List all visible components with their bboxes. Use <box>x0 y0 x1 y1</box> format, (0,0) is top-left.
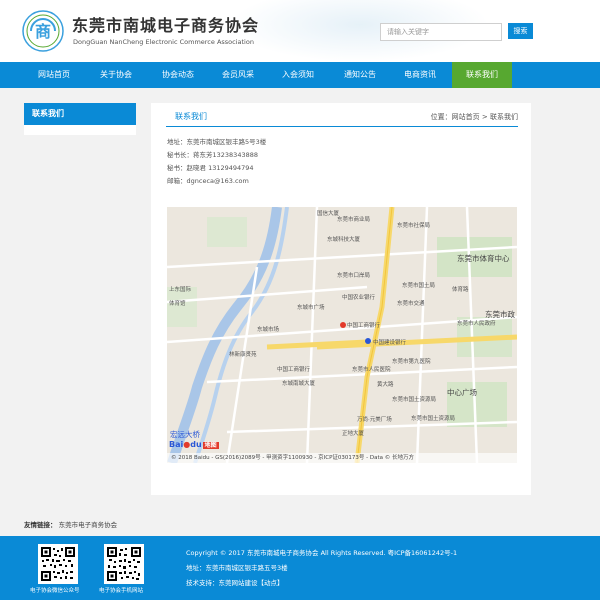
map-label: 东城科技大厦 <box>327 237 361 243</box>
nav-item-contact[interactable]: 联系我们 <box>452 62 512 88</box>
map-label: 中国工商银行 <box>347 323 381 329</box>
baidu-map[interactable]: 国信大厦 东莞市商业局 东莞市社保局 东城科技大厦 东莞市体育中心 东莞市口岸局… <box>167 207 517 463</box>
friend-links-label: 友情链接： <box>24 521 57 529</box>
contact-secretary: 秘书：赵晓君 13129494794 <box>167 164 254 172</box>
content-header: 联系我们 位置：网站首页 > 联系我们 <box>166 109 518 127</box>
map-label: 东莞市体育中心 <box>457 254 510 263</box>
association-logo-icon[interactable]: 商 <box>22 10 64 52</box>
main-nav: 网站首页 关于协会 协会动态 会员风采 入会须知 通知公告 电商资讯 联系我们 <box>0 62 600 88</box>
nav-item-join[interactable]: 入会须知 <box>268 62 328 88</box>
map-label: 东莞市商业局 <box>337 217 371 223</box>
map-label: 国信大厦 <box>317 211 340 217</box>
mobile-site-qr-code <box>104 544 144 584</box>
map-label: 林新康贤苑 <box>229 352 257 358</box>
qr-code-icon <box>40 546 76 582</box>
nav-item-news[interactable]: 协会动态 <box>148 62 208 88</box>
nav-item-home[interactable]: 网站首页 <box>26 62 82 88</box>
contact-secretary-general: 秘书长：蒋东芳13238343888 <box>167 151 258 159</box>
map-label: 东莞市交通 <box>397 301 425 307</box>
map-label: 宏远大桥 <box>170 430 200 439</box>
contact-email: 邮箱：dgnceca@163.com <box>167 177 249 185</box>
map-label: 中国农业银行 <box>342 295 376 301</box>
map-label: 上东国际 <box>169 287 192 293</box>
map-label: 东城市场 <box>257 327 280 333</box>
footer-tech-support[interactable]: 技术支持：东莞网站建设【动点】 <box>186 577 284 587</box>
map-label: 中国建设银行 <box>373 340 407 346</box>
friend-link-item[interactable]: 东莞市电子商务协会 <box>59 521 118 529</box>
map-label: 中心广场 <box>447 388 477 397</box>
site-subtitle: DongGuan NanCheng Electronic Commerce As… <box>73 38 254 46</box>
sidebar-title[interactable]: 联系我们 <box>24 103 136 125</box>
baidu-logo-text: Bai <box>169 440 184 449</box>
map-label: 东莞市社保局 <box>397 223 431 229</box>
map-label: 东莞市人民医院 <box>352 367 391 373</box>
map-label: 体育路 <box>452 287 469 293</box>
map-label: 正地大厦 <box>342 431 365 437</box>
map-label: 黄大路 <box>377 382 394 388</box>
map-label: 万尚·元美厂场 <box>357 417 392 423</box>
nav-item-about[interactable]: 关于协会 <box>87 62 145 88</box>
map-label: 东莞市国土资源局 <box>392 397 437 403</box>
baidu-logo-text2: du <box>190 440 202 449</box>
wechat-qr-code <box>38 544 78 584</box>
sidebar: 联系我们 <box>24 103 136 135</box>
baidu-logo[interactable]: Bai●du 地图 <box>169 440 219 449</box>
site-title: 东莞市南城电子商务协会 <box>72 16 260 35</box>
baidu-map-word: 地图 <box>202 442 219 449</box>
qr-code-icon <box>106 546 142 582</box>
page-title: 联系我们 <box>175 112 207 121</box>
nav-item-members[interactable]: 会员风采 <box>208 62 268 88</box>
map-label: 东城南城大厦 <box>282 381 316 387</box>
footer-copyright: Copyright © 2017 东莞市南城电子商务协会 All Rights … <box>186 549 458 557</box>
wechat-qr-caption: 电子协会微信公众号 <box>30 588 80 594</box>
nav-item-notices[interactable]: 通知公告 <box>330 62 390 88</box>
site-footer: 电子协会微信公众号 电子协会手机网站 Copyright © 2017 东莞市南… <box>0 536 600 600</box>
content-panel: 联系我们 位置：网站首页 > 联系我们 地址：东莞市南城区银丰路5号3楼 秘书长… <box>151 103 531 495</box>
map-label: 东莞市人民政府 <box>457 321 496 327</box>
breadcrumb[interactable]: 位置：网站首页 > 联系我们 <box>431 112 518 122</box>
map-label: 东莞市国土局 <box>402 283 436 289</box>
map-copyright: © 2018 Baidu - GS(2016)2089号 - 甲测资字11009… <box>167 453 517 463</box>
map-roads <box>167 207 517 463</box>
site-header: 商 东莞市南城电子商务协会 DongGuan NanCheng Electron… <box>0 0 600 62</box>
map-label: 体育馆 <box>169 301 186 307</box>
nav-item-ecommerce-news[interactable]: 电商资讯 <box>390 62 450 88</box>
map-label: 东莞市第九医院 <box>392 359 431 365</box>
map-label: 东莞市国土资源局 <box>411 416 456 422</box>
logo-glyph: 商 <box>35 22 51 41</box>
search-button[interactable]: 搜索 <box>508 23 533 39</box>
search-input[interactable] <box>380 23 502 41</box>
mobile-site-qr-caption: 电子协会手机网站 <box>99 588 144 594</box>
contact-address: 地址：东莞市南城区银丰路5号3楼 <box>167 138 267 146</box>
map-label: 东莞市口岸局 <box>337 273 371 279</box>
footer-address: 地址：东莞市南城区银丰路五号3楼 <box>186 564 288 572</box>
friend-links: 友情链接： 东莞市电子商务协会 <box>24 519 117 529</box>
map-label: 东城市广场 <box>297 305 325 311</box>
map-label: 中国工商银行 <box>277 367 311 373</box>
